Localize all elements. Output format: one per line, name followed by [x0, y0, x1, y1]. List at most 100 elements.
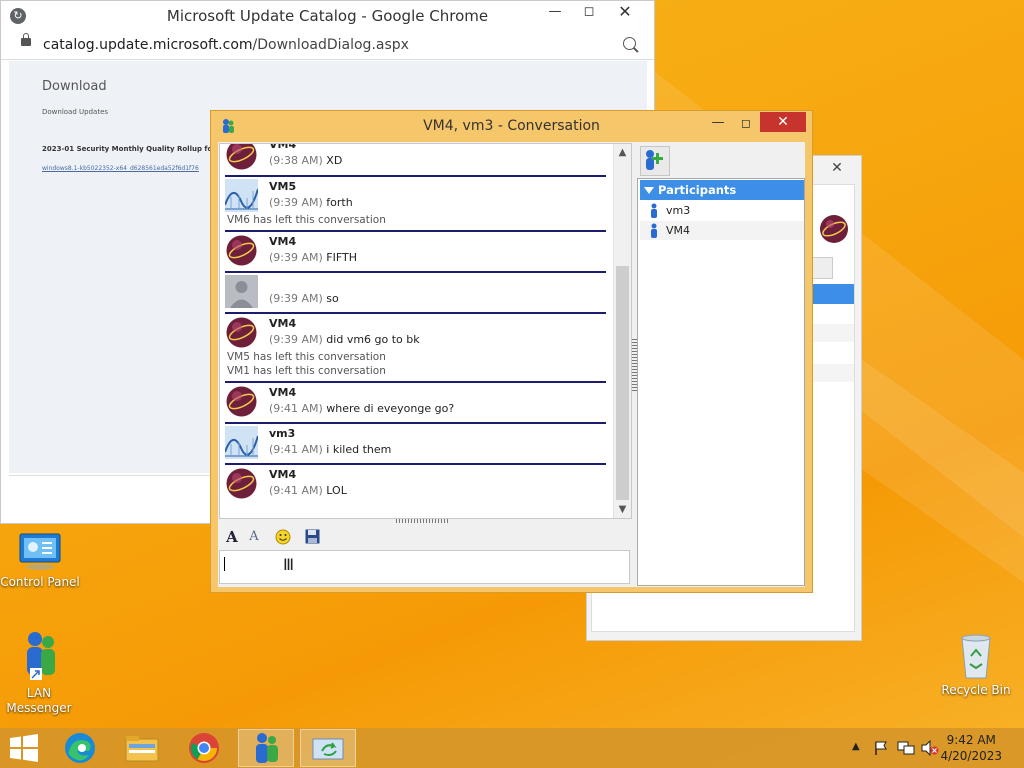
user-avatar: [820, 215, 848, 243]
message-time: (9:39 AM): [269, 292, 323, 305]
message-separator: [225, 175, 606, 177]
message-line: (9:41 AM) i kiled them: [269, 443, 391, 456]
action-center-flag-icon[interactable]: [873, 740, 889, 756]
message-text: where di eveyonge go?: [326, 402, 455, 415]
scroll-up-arrow-icon[interactable]: ▲: [614, 144, 631, 161]
close-button[interactable]: ✕: [760, 112, 806, 132]
system-message: VM1 has left this conversation: [227, 365, 386, 377]
avatar-default-user: [225, 275, 258, 308]
chrome-titlebar[interactable]: ↻ Microsoft Update Catalog - Google Chro…: [1, 1, 654, 31]
url-host: catalog.update.microsoft.com: [43, 37, 253, 53]
system-message: VM6 has left this conversation: [227, 214, 386, 226]
participants-list[interactable]: Participants vm3 VM4: [637, 178, 805, 586]
message-text: i kiled them: [326, 443, 392, 456]
message-text: so: [326, 292, 339, 305]
message-text: forth: [326, 196, 353, 209]
participants-header-label: Participants: [658, 183, 737, 197]
taskbar-chrome[interactable]: [176, 729, 232, 767]
font-color-icon[interactable]: A: [244, 527, 264, 547]
taskbar-sync-app[interactable]: [300, 729, 356, 767]
desktop-icon-label: Recycle Bin: [941, 683, 1011, 697]
maximize-button[interactable]: ◻: [732, 113, 760, 133]
selected-contact-row[interactable]: [812, 284, 854, 304]
zoom-icon[interactable]: [623, 37, 636, 50]
message-line: (9:38 AM) XD: [269, 154, 342, 167]
taskbar-file-explorer[interactable]: [114, 729, 170, 767]
save-icon[interactable]: [302, 527, 322, 547]
maximize-button[interactable]: ◻: [572, 1, 606, 25]
chat-message: VM4 (9:39 AM) FIFTH: [225, 234, 606, 270]
conversation-titlebar[interactable]: VM4, vm3 - Conversation — ◻ ✕: [211, 111, 812, 141]
update-title: 2023-01 Security Monthly Quality Rollup …: [42, 145, 229, 153]
taskbar-clock[interactable]: 9:42 AM 4/20/2023: [940, 732, 1002, 764]
minimize-button[interactable]: —: [704, 113, 732, 133]
message-separator: [225, 271, 606, 273]
format-toolbar: A A: [219, 525, 630, 549]
horizontal-splitter-handle[interactable]: [396, 519, 450, 523]
message-line: (9:39 AM) did vm6 go to bk: [269, 333, 420, 346]
desktop-icon-recycle-bin[interactable]: Recycle Bin: [938, 630, 1014, 697]
expand-triangle-icon: [644, 187, 654, 194]
control-panel-icon: [19, 533, 61, 570]
chat-history[interactable]: VM4 (9:38 AM) XD VM5 (9:39 AM) forth VM6…: [219, 143, 632, 519]
message-line: (9:41 AM) LOL: [269, 484, 347, 497]
url-text[interactable]: catalog.update.microsoft.com/DownloadDia…: [43, 37, 409, 53]
desktop-icon-label: Messenger: [6, 701, 72, 715]
scroll-down-arrow-icon[interactable]: ▼: [614, 501, 631, 518]
ibeam-cursor-icon: Ⅲ: [283, 555, 295, 574]
message-text: did vm6 go to bk: [326, 333, 420, 346]
add-user-icon: [646, 150, 663, 170]
font-icon[interactable]: A: [222, 527, 242, 547]
avatar-rollercoaster: [225, 426, 258, 459]
chat-message: vm3 (9:41 AM) i kiled them: [225, 426, 606, 462]
desktop-icon-label: Control Panel: [0, 575, 80, 589]
download-heading: Download: [42, 79, 107, 94]
message-sender: VM4: [269, 386, 297, 399]
lan-messenger-taskbar-icon: [256, 733, 278, 763]
close-button[interactable]: ✕: [608, 1, 642, 25]
desktop-icon-control-panel[interactable]: Control Panel: [0, 532, 80, 589]
network-icon[interactable]: [897, 740, 915, 756]
download-subheading: Download Updates: [42, 108, 109, 116]
close-button[interactable]: ✕: [817, 158, 857, 178]
desktop-icon-lan-messenger[interactable]: LAN Messenger: [0, 630, 78, 716]
smiley-icon[interactable]: [273, 527, 293, 547]
taskbar-lan-messenger[interactable]: [238, 729, 294, 767]
message-text: LOL: [326, 484, 347, 497]
message-sender: VM4: [269, 317, 297, 330]
avatar-ball: [226, 468, 257, 499]
message-separator: [225, 230, 606, 232]
scroll-thumb[interactable]: [616, 266, 629, 500]
address-bar[interactable]: catalog.update.microsoft.com/DownloadDia…: [1, 31, 654, 60]
user-status-icon: [651, 223, 657, 238]
message-sender: VM4: [269, 235, 297, 248]
participants-group-header[interactable]: Participants: [640, 180, 804, 200]
desktop-icon-label: LAN: [26, 686, 52, 700]
message-separator: [225, 422, 606, 424]
message-line: (9:39 AM) FIFTH: [269, 251, 357, 264]
message-sender: VM4: [269, 468, 297, 481]
participant-item[interactable]: VM4: [640, 221, 804, 240]
contact-row[interactable]: [812, 364, 854, 382]
lan-messenger-icon: [27, 632, 55, 680]
participant-item[interactable]: vm3: [640, 201, 804, 220]
chat-scrollbar[interactable]: ▲ ▼: [613, 144, 631, 518]
add-participant-button[interactable]: [640, 146, 670, 176]
file-explorer-icon: [125, 736, 159, 762]
message-time: (9:41 AM): [269, 443, 323, 456]
message-input[interactable]: Ⅲ: [219, 550, 630, 584]
conversation-window[interactable]: VM4, vm3 - Conversation — ◻ ✕ VM4 (9:38 …: [210, 110, 813, 593]
chat-message: VM4 (9:41 AM) where di eveyonge go?: [225, 385, 606, 421]
contact-row[interactable]: [812, 324, 854, 342]
taskbar-edge[interactable]: [52, 729, 108, 767]
download-link[interactable]: windows8.1-kb5022352-x64_d628561eda52f6d…: [42, 165, 199, 172]
show-hidden-icons-icon[interactable]: ▲: [852, 741, 860, 752]
url-path: /DownloadDialog.aspx: [252, 37, 409, 53]
status-icon[interactable]: [811, 257, 833, 279]
message-time: (9:41 AM): [269, 402, 323, 415]
clock-date: 4/20/2023: [940, 749, 1002, 763]
start-button[interactable]: [0, 729, 48, 767]
volume-muted-icon[interactable]: [921, 740, 939, 756]
message-time: (9:41 AM): [269, 484, 323, 497]
minimize-button[interactable]: —: [538, 1, 572, 25]
